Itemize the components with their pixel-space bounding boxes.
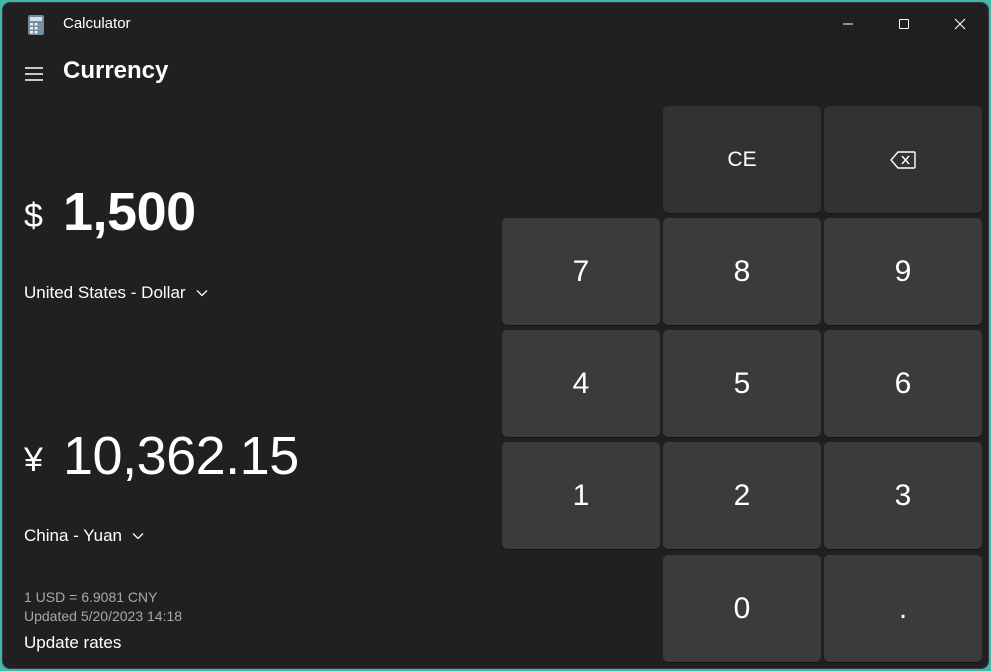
chevron-down-icon bbox=[196, 290, 208, 297]
digit-2-button[interactable]: 2 bbox=[663, 442, 821, 549]
clear-entry-button[interactable]: CE bbox=[663, 106, 821, 213]
digit-1-button[interactable]: 1 bbox=[502, 442, 660, 549]
calculator-window: Calculator Currency $ 1,500 United State… bbox=[2, 2, 989, 669]
decimal-point-button[interactable]: . bbox=[824, 555, 982, 662]
digit-7-button[interactable]: 7 bbox=[502, 218, 660, 325]
from-currency-symbol: $ bbox=[24, 197, 43, 235]
hamburger-menu-icon bbox=[25, 67, 43, 81]
digit-9-button[interactable]: 9 bbox=[824, 218, 982, 325]
navigation-menu-button[interactable] bbox=[19, 59, 49, 89]
digit-3-button[interactable]: 3 bbox=[824, 442, 982, 549]
digit-6-button[interactable]: 6 bbox=[824, 330, 982, 437]
maximize-button[interactable] bbox=[875, 3, 932, 45]
close-button[interactable] bbox=[931, 3, 988, 45]
to-amount-display[interactable]: 10,362.15 bbox=[63, 425, 299, 487]
page-title: Currency bbox=[63, 57, 169, 84]
minimize-icon bbox=[842, 23, 853, 25]
digit-0-button[interactable]: 0 bbox=[663, 555, 821, 662]
calculator-app-icon bbox=[28, 15, 44, 35]
backspace-icon bbox=[890, 150, 916, 169]
exchange-rate-text: 1 USD = 6.9081 CNY bbox=[24, 589, 158, 605]
rates-updated-text: Updated 5/20/2023 14:18 bbox=[24, 608, 183, 624]
from-amount-display[interactable]: 1,500 bbox=[63, 181, 196, 243]
from-currency-dropdown[interactable]: United States - Dollar bbox=[24, 283, 208, 303]
window-title: Calculator bbox=[63, 15, 131, 32]
to-currency-label: China - Yuan bbox=[24, 526, 122, 545]
maximize-icon bbox=[898, 19, 909, 29]
to-currency-symbol: ¥ bbox=[24, 441, 43, 479]
from-currency-label: United States - Dollar bbox=[24, 283, 186, 302]
chevron-down-icon bbox=[132, 533, 144, 540]
backspace-button[interactable] bbox=[824, 106, 982, 213]
digit-4-button[interactable]: 4 bbox=[502, 330, 660, 437]
title-bar[interactable]: Calculator bbox=[3, 3, 988, 47]
to-currency-dropdown[interactable]: China - Yuan bbox=[24, 526, 144, 546]
update-rates-link[interactable]: Update rates bbox=[24, 633, 121, 653]
close-icon bbox=[954, 18, 965, 30]
digit-8-button[interactable]: 8 bbox=[663, 218, 821, 325]
minimize-button[interactable] bbox=[819, 3, 876, 45]
digit-5-button[interactable]: 5 bbox=[663, 330, 821, 437]
